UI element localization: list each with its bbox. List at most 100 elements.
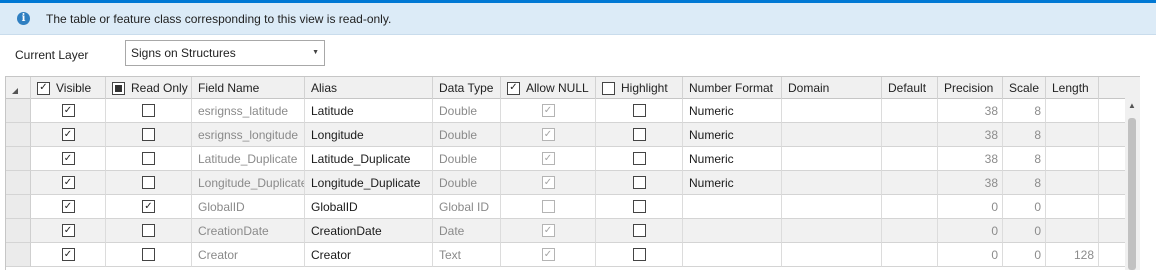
cell-domain[interactable] <box>782 99 882 123</box>
cell-length[interactable] <box>1046 147 1099 171</box>
visible-checkbox[interactable]: ✓ <box>61 104 75 117</box>
cell-number-format[interactable]: Numeric <box>683 123 782 147</box>
highlight-checkbox[interactable] <box>632 224 646 237</box>
current-layer-dropdown[interactable]: Signs on Structures ▼ <box>125 40 325 66</box>
cell-data-type[interactable]: Double <box>433 147 501 171</box>
cell-field-name[interactable]: esrignss_longitude <box>192 123 305 147</box>
cell-alias[interactable]: Longitude_Duplicate <box>305 171 433 195</box>
cell-allow-null[interactable]: ✓ <box>501 171 596 195</box>
cell-default[interactable] <box>882 219 938 243</box>
cell-precision[interactable]: 0 <box>938 219 1003 243</box>
cell-field-name[interactable]: Creator <box>192 243 305 267</box>
cell-number-format[interactable]: Numeric <box>683 147 782 171</box>
cell-allow-null[interactable]: ✓ <box>501 147 596 171</box>
cell-scale[interactable]: 8 <box>1003 99 1046 123</box>
highlight-checkbox[interactable] <box>632 152 646 165</box>
read-only-checkbox[interactable] <box>142 104 155 117</box>
cell-field-name[interactable]: Longitude_Duplicate <box>192 171 305 195</box>
cell-length[interactable] <box>1046 99 1099 123</box>
visible-checkbox[interactable]: ✓ <box>61 200 75 213</box>
row-header[interactable] <box>6 147 31 171</box>
cell-visible[interactable]: ✓ <box>31 219 106 243</box>
cell-domain[interactable] <box>782 123 882 147</box>
header-visible[interactable]: ✓ Visible <box>31 77 106 99</box>
cell-highlight[interactable] <box>596 147 683 171</box>
header-allow-null-checkbox[interactable]: ✓ <box>507 81 520 95</box>
cell-data-type[interactable]: Double <box>433 99 501 123</box>
header-highlight-checkbox[interactable] <box>602 81 615 95</box>
read-only-checkbox[interactable] <box>142 248 155 261</box>
header-highlight[interactable]: Highlight <box>596 77 683 99</box>
cell-default[interactable] <box>882 195 938 219</box>
highlight-checkbox[interactable] <box>632 248 646 261</box>
cell-precision[interactable]: 38 <box>938 99 1003 123</box>
cell-alias[interactable]: Creator <box>305 243 433 267</box>
cell-domain[interactable] <box>782 195 882 219</box>
cell-scale[interactable]: 8 <box>1003 123 1046 147</box>
header-read-only[interactable]: Read Only <box>106 77 192 99</box>
cell-field-name[interactable]: esrignss_latitude <box>192 99 305 123</box>
cell-highlight[interactable] <box>596 171 683 195</box>
cell-highlight[interactable] <box>596 99 683 123</box>
highlight-checkbox[interactable] <box>632 176 646 189</box>
row-header[interactable] <box>6 243 31 267</box>
scroll-up-icon[interactable]: ▲ <box>1128 101 1136 110</box>
header-number-format[interactable]: Number Format <box>683 77 782 99</box>
read-only-checkbox[interactable] <box>142 128 155 141</box>
cell-data-type[interactable]: Text <box>433 243 501 267</box>
cell-length[interactable] <box>1046 123 1099 147</box>
read-only-checkbox[interactable] <box>142 176 155 189</box>
cell-visible[interactable]: ✓ <box>31 171 106 195</box>
visible-checkbox[interactable]: ✓ <box>61 224 75 237</box>
row-header[interactable] <box>6 219 31 243</box>
header-default[interactable]: Default <box>882 77 938 99</box>
cell-read-only[interactable] <box>106 99 192 123</box>
row-header[interactable] <box>6 123 31 147</box>
cell-domain[interactable] <box>782 243 882 267</box>
row-header[interactable] <box>6 195 31 219</box>
row-header[interactable] <box>6 171 31 195</box>
cell-data-type[interactable]: Double <box>433 123 501 147</box>
cell-visible[interactable]: ✓ <box>31 99 106 123</box>
cell-data-type[interactable]: Double <box>433 171 501 195</box>
header-visible-checkbox[interactable]: ✓ <box>37 81 50 95</box>
cell-scale[interactable]: 0 <box>1003 219 1046 243</box>
cell-field-name[interactable]: Latitude_Duplicate <box>192 147 305 171</box>
cell-length[interactable] <box>1046 195 1099 219</box>
table-row[interactable]: ✓ ✓ GlobalID GlobalID Global ID 0 0 <box>6 195 1126 219</box>
cell-length[interactable] <box>1046 219 1099 243</box>
cell-precision[interactable]: 38 <box>938 123 1003 147</box>
cell-number-format[interactable]: Numeric <box>683 99 782 123</box>
cell-read-only[interactable]: ✓ <box>106 195 192 219</box>
cell-length[interactable]: 128 <box>1046 243 1099 267</box>
cell-field-name[interactable]: CreationDate <box>192 219 305 243</box>
cell-default[interactable] <box>882 147 938 171</box>
cell-visible[interactable]: ✓ <box>31 195 106 219</box>
cell-data-type[interactable]: Date <box>433 219 501 243</box>
cell-read-only[interactable] <box>106 171 192 195</box>
cell-highlight[interactable] <box>596 219 683 243</box>
header-precision[interactable]: Precision <box>938 77 1003 99</box>
cell-precision[interactable]: 38 <box>938 147 1003 171</box>
table-row[interactable]: ✓ Creator Creator Text ✓ 0 0 128 <box>6 243 1126 267</box>
table-row[interactable]: ✓ esrignss_latitude Latitude Double ✓ Numeric… <box>6 99 1126 123</box>
cell-allow-null[interactable]: ✓ <box>501 99 596 123</box>
cell-highlight[interactable] <box>596 195 683 219</box>
header-allow-null[interactable]: ✓ Allow NULL <box>501 77 596 99</box>
cell-number-format[interactable] <box>683 243 782 267</box>
cell-read-only[interactable] <box>106 123 192 147</box>
cell-length[interactable] <box>1046 171 1099 195</box>
cell-alias[interactable]: Latitude <box>305 99 433 123</box>
header-alias[interactable]: Alias <box>305 77 433 99</box>
cell-read-only[interactable] <box>106 147 192 171</box>
cell-scale[interactable]: 0 <box>1003 243 1046 267</box>
header-data-type[interactable]: Data Type <box>433 77 501 99</box>
header-field-name[interactable]: Field Name <box>192 77 305 99</box>
read-only-checkbox[interactable]: ✓ <box>142 200 155 213</box>
visible-checkbox[interactable]: ✓ <box>61 152 75 165</box>
cell-visible[interactable]: ✓ <box>31 123 106 147</box>
cell-precision[interactable]: 0 <box>938 195 1003 219</box>
cell-alias[interactable]: CreationDate <box>305 219 433 243</box>
header-domain[interactable]: Domain <box>782 77 882 99</box>
table-row[interactable]: ✓ CreationDate CreationDate Date ✓ 0 0 <box>6 219 1126 243</box>
